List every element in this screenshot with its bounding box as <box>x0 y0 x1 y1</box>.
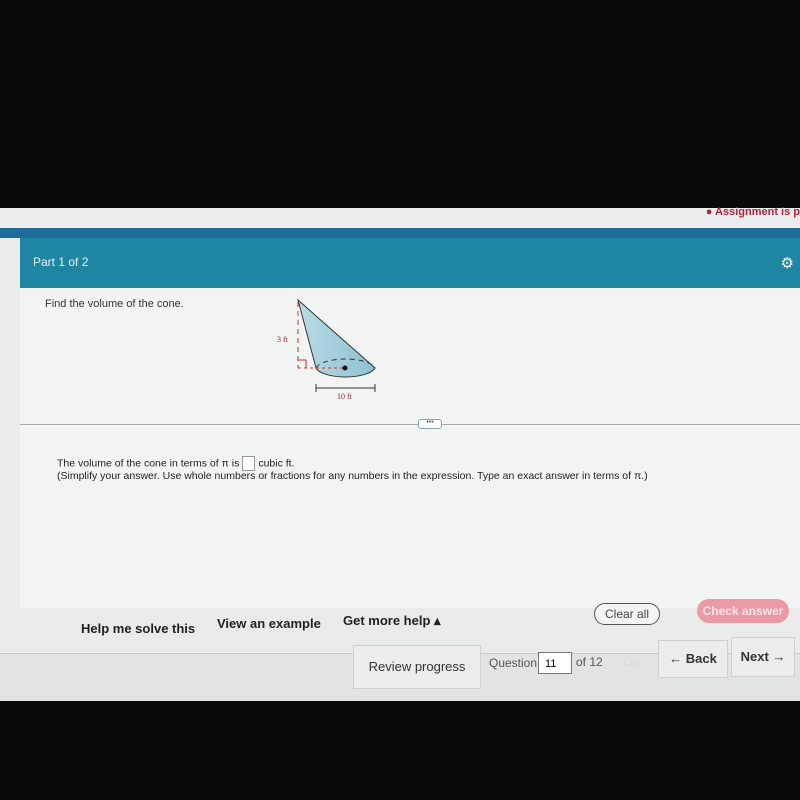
cone-body <box>297 298 376 378</box>
height-label: 3 ft <box>277 335 289 344</box>
review-progress-button[interactable]: Review progress <box>353 645 481 689</box>
back-button[interactable]: ← Back <box>658 640 728 678</box>
answer-instructions: (Simplify your answer. Use whole numbers… <box>57 470 648 482</box>
divider <box>20 424 800 425</box>
go-button[interactable]: Go <box>624 655 640 669</box>
answer-suffix: cubic ft. <box>258 457 295 470</box>
question-prompt: Find the volume of the cone. <box>45 298 184 310</box>
check-answer-button[interactable]: Check answer <box>697 599 789 623</box>
top-bar: ● Assignment is p <box>0 206 800 228</box>
expand-handle[interactable]: ••• <box>418 419 442 429</box>
part-label: Part 1 of 2 <box>33 255 89 269</box>
right-angle-mark <box>298 359 307 368</box>
next-button[interactable]: Next → <box>731 637 795 677</box>
center-point <box>342 365 348 371</box>
answer-prefix: The volume of the cone in terms of π is <box>57 457 240 470</box>
diameter-label: 10 ft <box>337 392 353 401</box>
question-label: Question <box>489 656 538 670</box>
answer-area: The volume of the cone in terms of π is c… <box>57 456 648 482</box>
assignment-notice-text: Assignment is p <box>715 206 800 218</box>
assignment-notice[interactable]: ● Assignment is p <box>706 206 800 218</box>
question-header: Part 1 of 2 ⚙ <box>20 238 800 288</box>
view-example-link[interactable]: View an example <box>217 616 321 631</box>
help-me-solve-link[interactable]: Help me solve this <box>81 621 195 636</box>
question-panel: Find the volume of the cone. 3 ft 10 ft … <box>20 288 800 608</box>
cone-figure: 3 ft 10 ft <box>277 298 376 401</box>
gear-icon[interactable]: ⚙ <box>781 254 794 272</box>
get-more-help-link[interactable]: Get more help ▴ <box>343 613 441 629</box>
question-total: of 12 <box>576 655 603 669</box>
nav-stripe <box>0 228 800 238</box>
question-number-input[interactable]: 11 <box>538 652 572 674</box>
clear-all-button[interactable]: Clear all <box>594 603 660 625</box>
screen: ● Assignment is p Part 1 of 2 ⚙ Find the… <box>0 206 800 701</box>
answer-input[interactable] <box>242 456 256 471</box>
